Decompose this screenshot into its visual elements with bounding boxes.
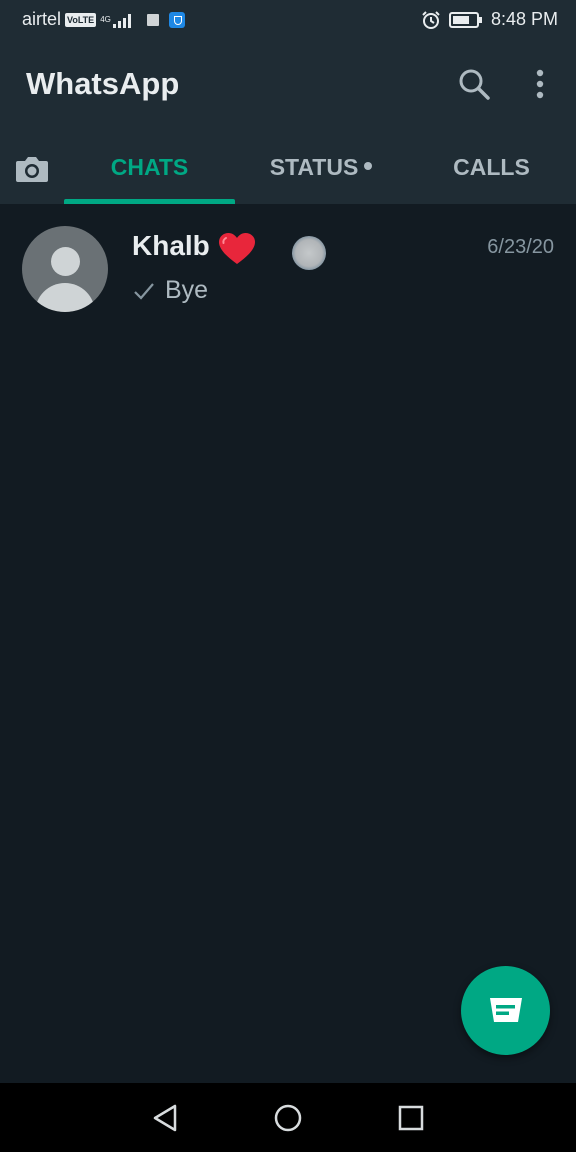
status-update-dot	[364, 161, 373, 170]
status-bar-left: airtel VoLTE 4G	[22, 9, 185, 30]
signal-icon	[112, 13, 131, 28]
new-chat-button[interactable]	[461, 966, 550, 1055]
tab-status-label: STATUS	[269, 154, 359, 180]
avatar-head	[51, 247, 80, 276]
search-icon[interactable]	[456, 66, 492, 102]
chat-name: Khalb	[132, 230, 210, 261]
camera-icon	[16, 157, 48, 182]
heart-icon	[219, 233, 255, 264]
touch-indicator	[292, 236, 326, 270]
more-options-icon[interactable]	[526, 66, 554, 102]
shield-icon	[168, 11, 185, 28]
tab-calls-label: CALLS	[453, 154, 530, 180]
avatar[interactable]	[22, 226, 108, 312]
app-bar: WhatsApp CHATS STATUS CALLS	[0, 38, 576, 204]
chat-timestamp: 6/23/20	[487, 236, 554, 258]
chat-list-item[interactable]: Khalb 6/23/20 Bye	[0, 208, 576, 328]
carrier-label: airtel	[22, 9, 62, 29]
active-tab-indicator	[64, 199, 235, 204]
back-icon[interactable]	[151, 1103, 181, 1133]
clock: 8:48 PM	[490, 9, 558, 29]
volte-badge: VoLTE	[65, 12, 97, 27]
chat-last-message: Bye	[165, 276, 209, 304]
notification-icon	[146, 13, 159, 26]
tab-chats-label: CHATS	[110, 154, 189, 180]
recents-icon[interactable]	[396, 1103, 426, 1133]
tab-chats[interactable]: CHATS	[64, 138, 235, 200]
home-icon[interactable]	[273, 1103, 303, 1133]
network-type: 4G	[100, 14, 111, 24]
tab-calls[interactable]: CALLS	[407, 138, 576, 200]
battery-icon	[448, 11, 482, 28]
single-check-icon	[134, 283, 154, 300]
tab-status[interactable]: STATUS	[235, 138, 407, 200]
navigation-bar	[0, 1083, 576, 1152]
alarm-icon	[422, 10, 440, 29]
tab-camera[interactable]	[0, 138, 64, 200]
status-bar-right: 8:48 PM	[421, 9, 558, 30]
new-chat-icon	[490, 998, 522, 1022]
status-bar: airtel VoLTE 4G 8:48 PM	[0, 0, 576, 38]
tab-bar: CHATS STATUS CALLS	[0, 138, 576, 204]
app-title: WhatsApp	[26, 66, 180, 101]
avatar-body	[35, 283, 95, 312]
